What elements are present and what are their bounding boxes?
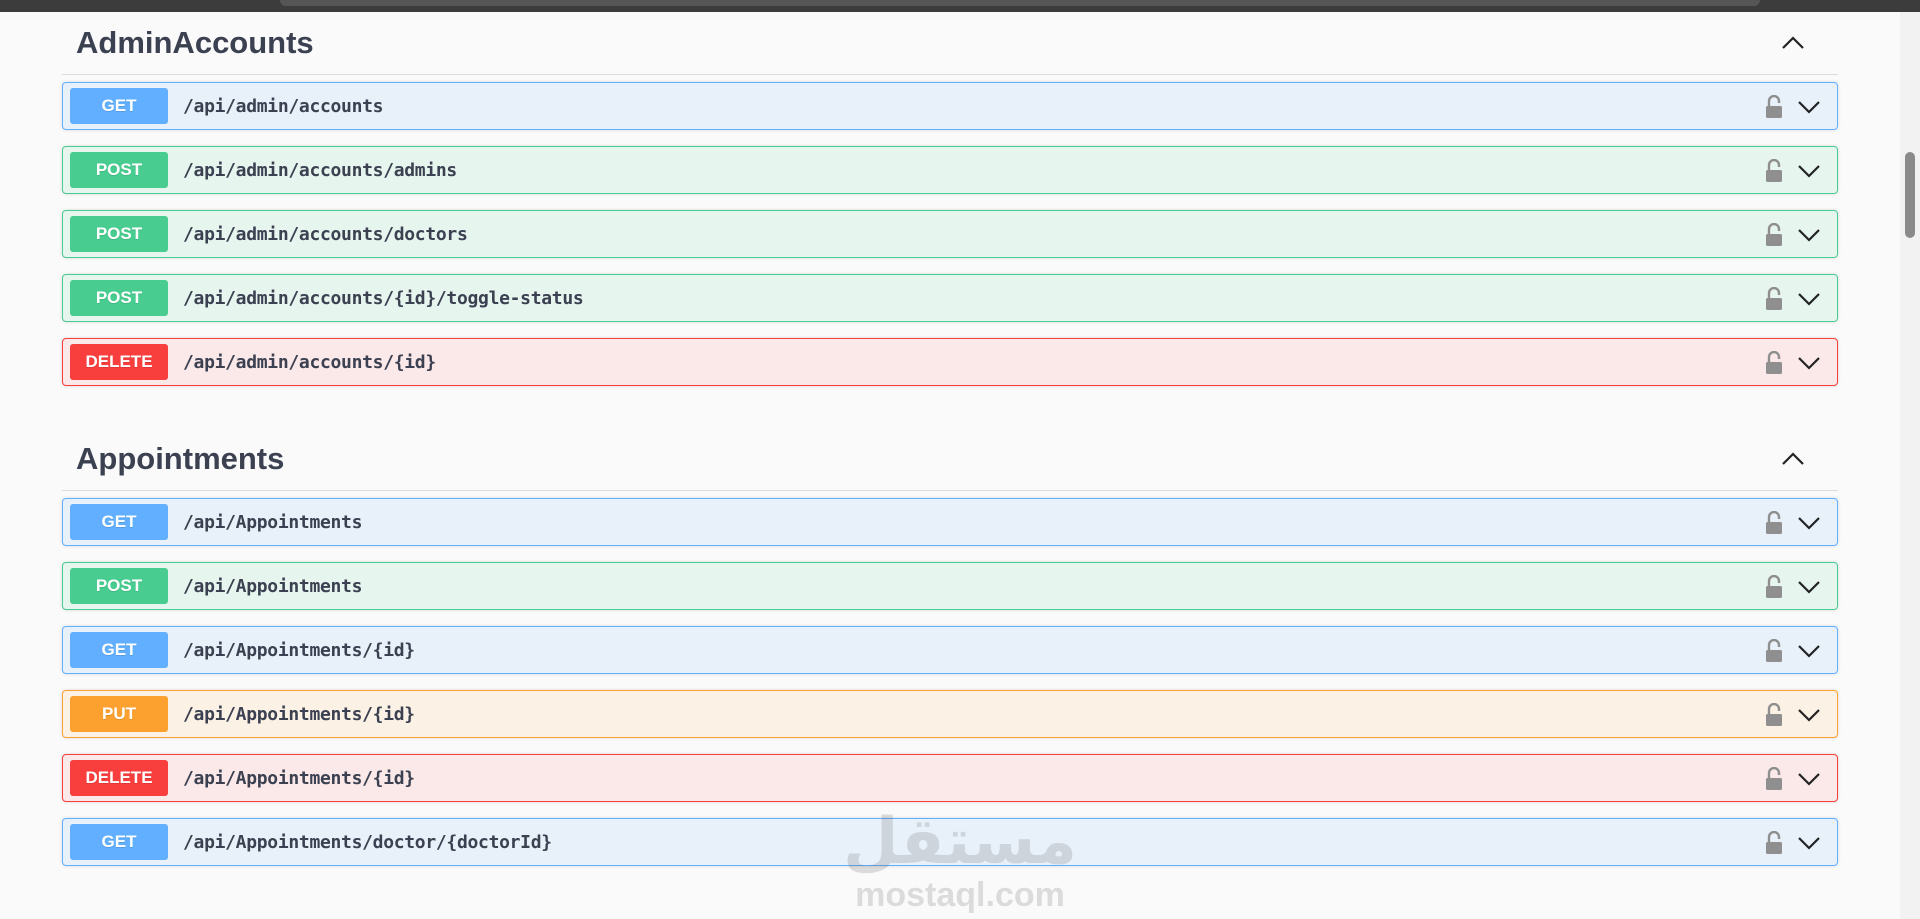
tag-section-appointments: Appointments GET /api/Appointments POST …: [62, 428, 1838, 882]
operation-path: /api/admin/accounts/doctors: [183, 223, 468, 245]
chevron-down-icon[interactable]: [1795, 509, 1823, 537]
lock-icon[interactable]: [1763, 766, 1785, 792]
lock-icon[interactable]: [1763, 638, 1785, 664]
operation-row[interactable]: GET /api/Appointments/{id}: [62, 626, 1838, 674]
method-badge: GET: [70, 88, 168, 124]
method-badge: POST: [70, 280, 168, 316]
chevron-down-icon[interactable]: [1795, 285, 1823, 313]
lock-icon[interactable]: [1763, 222, 1785, 248]
lock-icon[interactable]: [1763, 286, 1785, 312]
lock-icon[interactable]: [1763, 574, 1785, 600]
chevron-down-icon[interactable]: [1795, 637, 1823, 665]
chevron-down-icon[interactable]: [1795, 701, 1823, 729]
operation-path: /api/Appointments: [183, 575, 363, 597]
operation-row[interactable]: DELETE /api/Appointments/{id}: [62, 754, 1838, 802]
scrollbar-thumb[interactable]: [1905, 152, 1915, 238]
browser-top-bar: [0, 0, 1920, 12]
chevron-down-icon[interactable]: [1795, 349, 1823, 377]
lock-icon[interactable]: [1763, 94, 1785, 120]
operation-path: /api/Appointments/{id}: [183, 703, 415, 725]
operation-row[interactable]: POST /api/admin/accounts/admins: [62, 146, 1838, 194]
operation-path: /api/admin/accounts: [183, 95, 384, 117]
operation-row[interactable]: POST /api/admin/accounts/{id}/toggle-sta…: [62, 274, 1838, 322]
operation-path: /api/admin/accounts/{id}: [183, 351, 436, 373]
lock-icon[interactable]: [1763, 350, 1785, 376]
chevron-up-icon[interactable]: [1780, 446, 1806, 472]
operation-path: /api/Appointments/{id}: [183, 639, 415, 661]
operation-path: /api/Appointments/doctor/{doctorId}: [183, 831, 552, 853]
method-badge: GET: [70, 824, 168, 860]
chevron-down-icon[interactable]: [1795, 573, 1823, 601]
tag-header[interactable]: Appointments: [62, 428, 1838, 491]
method-badge: GET: [70, 632, 168, 668]
chevron-down-icon[interactable]: [1795, 829, 1823, 857]
chevron-down-icon[interactable]: [1795, 765, 1823, 793]
vertical-scrollbar[interactable]: [1900, 12, 1920, 919]
lock-icon[interactable]: [1763, 702, 1785, 728]
chevron-up-icon[interactable]: [1780, 30, 1806, 56]
method-badge: DELETE: [70, 344, 168, 380]
operation-row[interactable]: DELETE /api/admin/accounts/{id}: [62, 338, 1838, 386]
watermark-latin: mostaql.com: [855, 876, 1065, 914]
operation-row[interactable]: GET /api/admin/accounts: [62, 82, 1838, 130]
tag-header[interactable]: AdminAccounts: [62, 12, 1838, 75]
operation-path: /api/Appointments: [183, 511, 363, 533]
method-badge: PUT: [70, 696, 168, 732]
method-badge: DELETE: [70, 760, 168, 796]
swagger-main: AdminAccounts GET /api/admin/accounts PO…: [0, 12, 1900, 919]
operation-path: /api/Appointments/{id}: [183, 767, 415, 789]
operation-row[interactable]: GET /api/Appointments/doctor/{doctorId}: [62, 818, 1838, 866]
browser-tab-strip: [280, 0, 1760, 6]
operation-row[interactable]: POST /api/Appointments: [62, 562, 1838, 610]
lock-icon[interactable]: [1763, 830, 1785, 856]
tag-title: Appointments: [76, 441, 285, 476]
method-badge: POST: [70, 152, 168, 188]
tag-title: AdminAccounts: [76, 25, 314, 60]
method-badge: POST: [70, 568, 168, 604]
lock-icon[interactable]: [1763, 510, 1785, 536]
method-badge: POST: [70, 216, 168, 252]
operation-row[interactable]: POST /api/admin/accounts/doctors: [62, 210, 1838, 258]
chevron-down-icon[interactable]: [1795, 93, 1823, 121]
chevron-down-icon[interactable]: [1795, 157, 1823, 185]
operation-path: /api/admin/accounts/admins: [183, 159, 457, 181]
operation-row[interactable]: GET /api/Appointments: [62, 498, 1838, 546]
chevron-down-icon[interactable]: [1795, 221, 1823, 249]
method-badge: GET: [70, 504, 168, 540]
tag-section-adminaccounts: AdminAccounts GET /api/admin/accounts PO…: [62, 12, 1838, 402]
operation-row[interactable]: PUT /api/Appointments/{id}: [62, 690, 1838, 738]
lock-icon[interactable]: [1763, 158, 1785, 184]
operation-path: /api/admin/accounts/{id}/toggle-status: [183, 287, 584, 309]
